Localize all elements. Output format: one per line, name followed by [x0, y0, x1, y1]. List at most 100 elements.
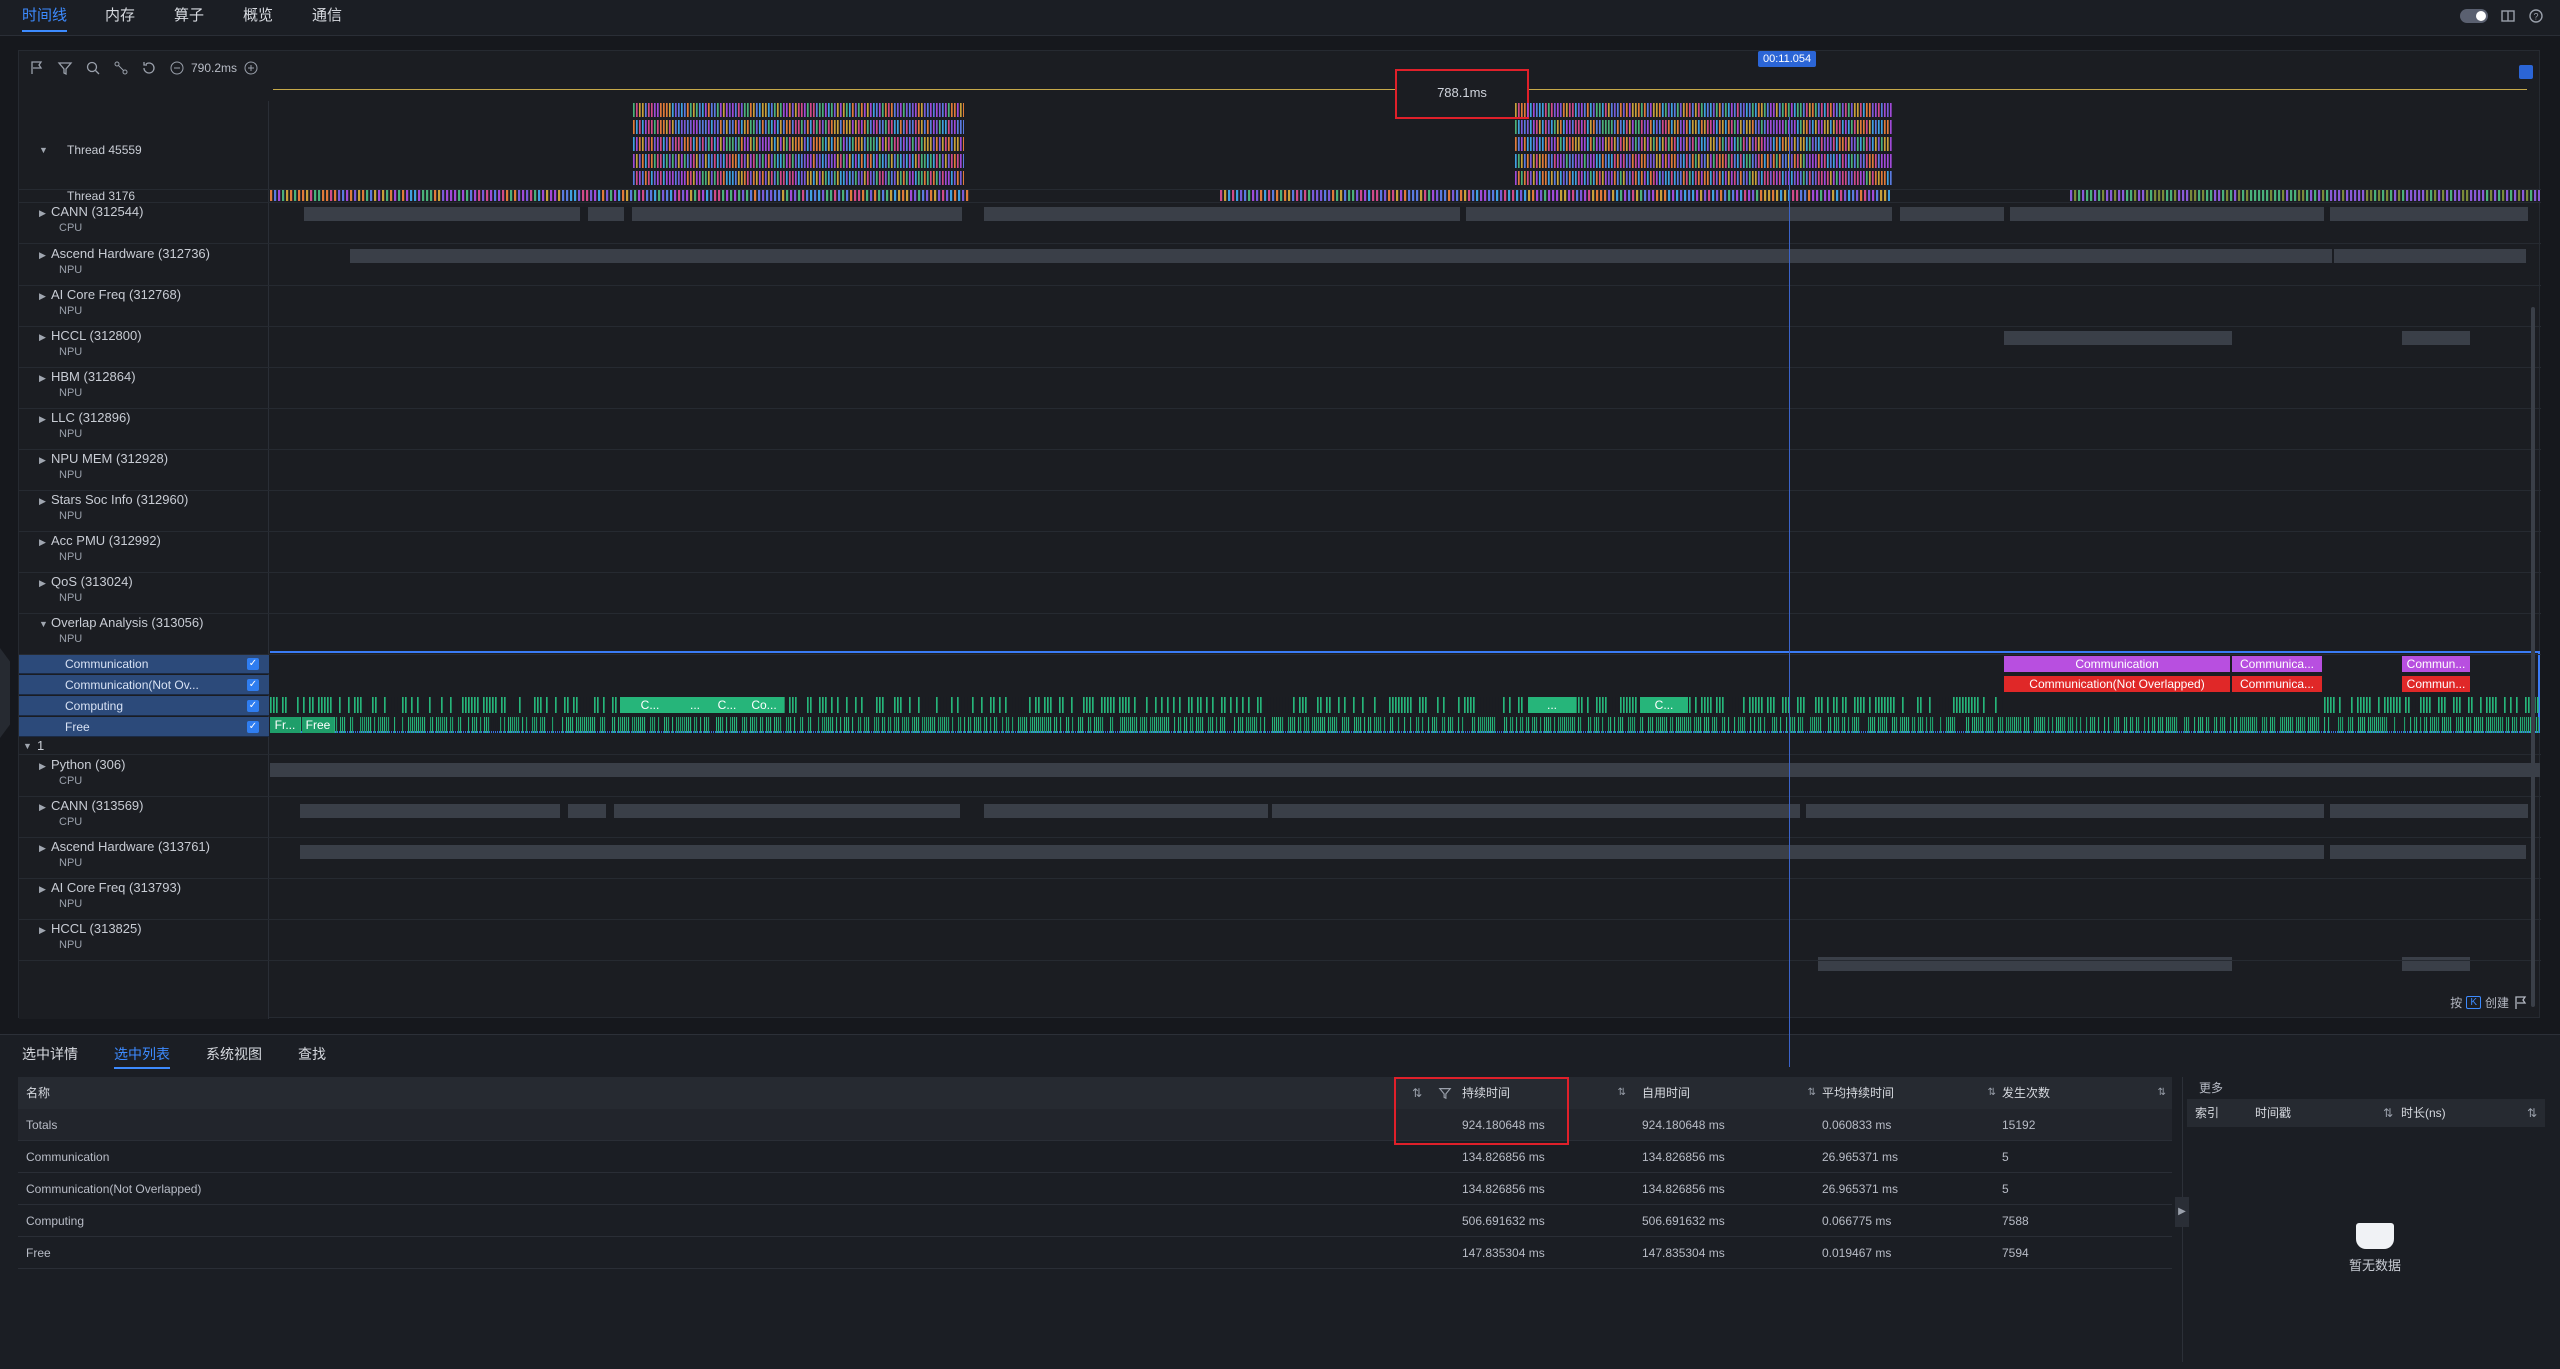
- lane-tracks[interactable]: Communication Communica... Commun... Commun…: [270, 101, 2540, 1019]
- free-slices[interactable]: [270, 717, 2540, 733]
- caret-right-icon[interactable]: ▶: [39, 537, 46, 548]
- flag-icon[interactable]: [29, 60, 45, 76]
- python-slice[interactable]: [270, 763, 2540, 777]
- table-row[interactable]: Totals 924.180648 ms 924.180648 ms 0.060833…: [18, 1109, 2172, 1141]
- lane2-3[interactable]: ▶ AI Core Freq (313793) NPU: [19, 878, 269, 919]
- lane2-0[interactable]: ▶ Python (306) CPU: [19, 755, 269, 796]
- not-overlapped-slice[interactable]: Commun...: [2402, 676, 2470, 692]
- col-occurrences[interactable]: 发生次数 ⇅: [2002, 1077, 2172, 1109]
- checkbox-checked-icon[interactable]: ✓: [247, 679, 259, 691]
- reset-icon[interactable]: [141, 60, 157, 76]
- vertical-scrollbar[interactable]: [2531, 307, 2535, 1007]
- cann-slice[interactable]: [300, 804, 560, 818]
- left-panel-handle[interactable]: [0, 648, 10, 738]
- overlap-row-2[interactable]: Computing ✓: [19, 696, 269, 716]
- computing-slices[interactable]: [2324, 697, 2540, 713]
- tab-system-view[interactable]: 系统视图: [206, 1043, 262, 1069]
- not-overlapped-slice[interactable]: Communication(Not Overlapped): [2004, 676, 2230, 692]
- checkbox-checked-icon[interactable]: ✓: [247, 658, 259, 670]
- tab-find[interactable]: 查找: [298, 1043, 326, 1069]
- caret-right-icon[interactable]: ▶: [39, 291, 46, 302]
- cann-slice[interactable]: [632, 207, 962, 221]
- caret-right-icon[interactable]: ▶: [39, 208, 46, 219]
- tab-selection-list[interactable]: 选中列表: [114, 1043, 170, 1069]
- cann-slice[interactable]: [1806, 804, 2324, 818]
- checkbox-checked-icon[interactable]: ✓: [247, 700, 259, 712]
- thread-3176-slices[interactable]: [270, 190, 970, 201]
- group-process-1[interactable]: ▼ 1: [19, 738, 269, 754]
- cann-slice[interactable]: [2010, 207, 2324, 221]
- filter-icon[interactable]: [57, 60, 73, 76]
- thread-45559-slices[interactable]: [633, 103, 964, 117]
- caret-right-icon[interactable]: ▶: [39, 761, 46, 772]
- caret-down-icon[interactable]: ▼: [39, 145, 48, 155]
- zoom-out-icon[interactable]: [169, 60, 185, 76]
- cann-slice[interactable]: [2330, 207, 2528, 221]
- lane-11[interactable]: ▶ QoS (313024) NPU: [19, 572, 269, 613]
- thread-45559-slices[interactable]: [633, 154, 964, 168]
- tab-operator[interactable]: 算子: [174, 0, 204, 36]
- lane-7[interactable]: ▶ LLC (312896) NPU: [19, 408, 269, 449]
- col-name[interactable]: 名称: [26, 1077, 1426, 1109]
- caret-right-icon[interactable]: ▶: [39, 802, 46, 813]
- expand-arrow-icon[interactable]: ▶: [2175, 1197, 2189, 1227]
- tab-overview[interactable]: 概览: [243, 0, 273, 36]
- col-duration-ns[interactable]: 时长(ns): [2401, 1099, 2446, 1127]
- link-icon[interactable]: [113, 60, 129, 76]
- lane-3[interactable]: ▶ Ascend Hardware (312736) NPU: [19, 244, 269, 285]
- caret-right-icon[interactable]: ▶: [39, 925, 46, 936]
- table-row[interactable]: Communication(Not Overlapped) 134.826856 …: [18, 1173, 2172, 1205]
- caret-down-icon[interactable]: ▼: [23, 741, 32, 751]
- sort-icon[interactable]: ⇅: [2383, 1099, 2393, 1127]
- table-row[interactable]: Free 147.835304 ms 147.835304 ms 0.019467 m…: [18, 1237, 2172, 1269]
- free-slice[interactable]: Free: [302, 717, 334, 733]
- col-index[interactable]: 索引: [2195, 1099, 2219, 1127]
- thread-45559-slices[interactable]: [633, 171, 964, 185]
- communication-slice[interactable]: Communica...: [2232, 656, 2322, 672]
- hccl-slice[interactable]: [2402, 331, 2470, 345]
- search-icon[interactable]: [85, 60, 101, 76]
- tab-communication[interactable]: 通信: [312, 0, 342, 36]
- caret-right-icon[interactable]: ▶: [39, 578, 46, 589]
- computing-slice[interactable]: C...: [1640, 697, 1688, 713]
- lane-4[interactable]: ▶ AI Core Freq (312768) NPU: [19, 285, 269, 326]
- hccl-slice[interactable]: [2004, 331, 2232, 345]
- tab-memory[interactable]: 内存: [105, 0, 135, 36]
- lane-0[interactable]: ▼ Thread 45559: [19, 101, 269, 189]
- cann-slice[interactable]: [984, 207, 1460, 221]
- thread-45559-slices[interactable]: [1515, 137, 1892, 151]
- help-icon[interactable]: ?: [2528, 8, 2544, 24]
- thread-45559-slices[interactable]: [1515, 103, 1892, 117]
- caret-right-icon[interactable]: ▶: [39, 373, 46, 384]
- sort-icon[interactable]: ⇅: [1988, 1077, 1996, 1109]
- sort-icon[interactable]: ⇅: [1618, 1077, 1626, 1109]
- layout-icon[interactable]: [2500, 8, 2516, 24]
- cann-slice[interactable]: [1900, 207, 2004, 221]
- lane2-2[interactable]: ▶ Ascend Hardware (313761) NPU: [19, 837, 269, 878]
- caret-right-icon[interactable]: ▶: [39, 884, 46, 895]
- thread-45559-slices[interactable]: [633, 137, 964, 151]
- lane-6[interactable]: ▶ HBM (312864) NPU: [19, 367, 269, 408]
- computing-slice[interactable]: Co...: [744, 697, 784, 713]
- cann-slice[interactable]: [1272, 804, 1800, 818]
- col-avg-duration[interactable]: 平均持续时间 ⇅: [1822, 1077, 2002, 1109]
- thread-45559-slices[interactable]: [1515, 120, 1892, 134]
- cann-slice[interactable]: [588, 207, 624, 221]
- tab-timeline[interactable]: 时间线: [22, 0, 68, 36]
- theme-toggle[interactable]: [2460, 9, 2488, 23]
- ascend-slice[interactable]: [2330, 845, 2526, 859]
- lane-8[interactable]: ▶ NPU MEM (312928) NPU: [19, 449, 269, 490]
- ascend-slice[interactable]: [2334, 249, 2526, 263]
- caret-right-icon[interactable]: ▶: [39, 496, 46, 507]
- lane2-4[interactable]: ▶ HCCL (313825) NPU: [19, 919, 269, 960]
- tab-selection-detail[interactable]: 选中详情: [22, 1043, 78, 1069]
- lane2-1[interactable]: ▶ CANN (313569) CPU: [19, 796, 269, 837]
- thread-45559-slices[interactable]: [1515, 171, 1892, 185]
- thread-3176-slices[interactable]: [2070, 190, 2540, 201]
- lane-9[interactable]: ▶ Stars Soc Info (312960) NPU: [19, 490, 269, 531]
- table-row[interactable]: Computing 506.691632 ms 506.691632 ms 0.066…: [18, 1205, 2172, 1237]
- overlap-row-1[interactable]: Communication(Not Ov... ✓: [19, 675, 269, 695]
- thread-45559-slices[interactable]: [633, 120, 964, 134]
- lane-5[interactable]: ▶ HCCL (312800) NPU: [19, 326, 269, 367]
- computing-slices[interactable]: [270, 697, 2004, 713]
